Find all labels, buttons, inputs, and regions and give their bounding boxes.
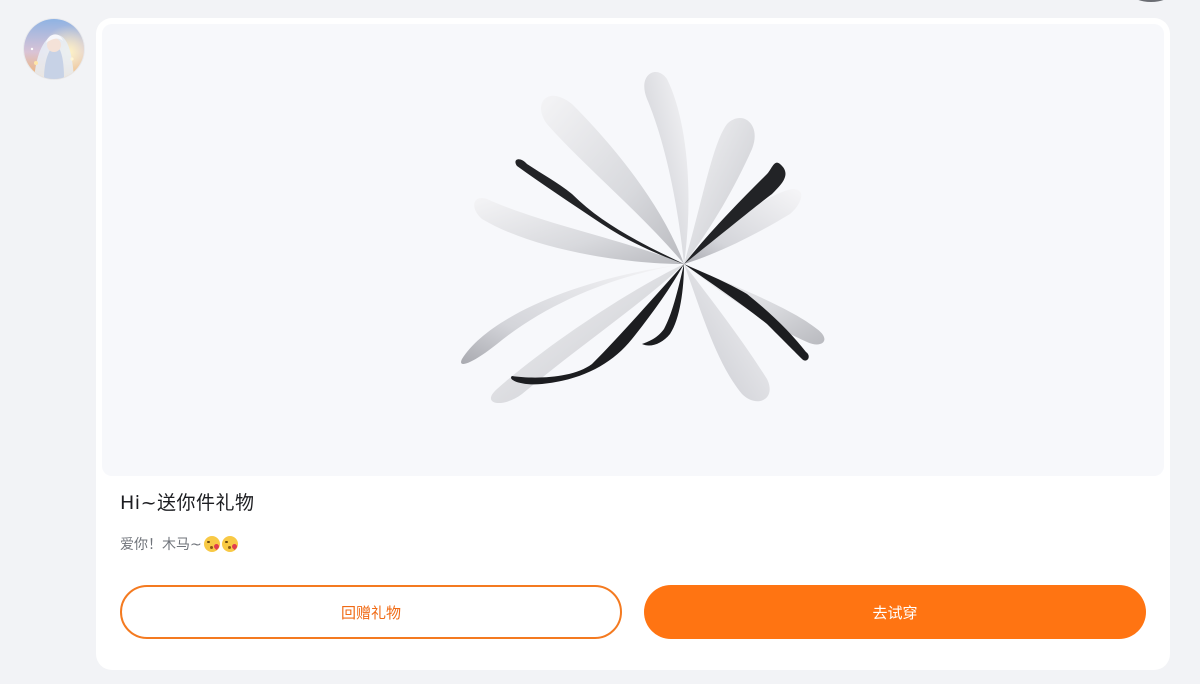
gift-message-text: 爱你！木马~	[120, 537, 202, 553]
spider-lily-icon	[461, 71, 825, 404]
top-toolbar-edge	[920, 0, 1180, 2]
kissing-heart-emoji-icon	[203, 536, 220, 552]
gift-message: 爱你！木马~	[120, 534, 238, 554]
avatar-image	[24, 19, 84, 79]
gift-card: Hi~送你件礼物 爱你！木马~ 回赠礼物 去试穿	[96, 18, 1170, 670]
try-on-button[interactable]: 去试穿	[644, 585, 1146, 639]
return-gift-button[interactable]: 回赠礼物	[120, 585, 622, 639]
profile-icon[interactable]	[1132, 0, 1170, 2]
kissing-heart-emoji-icon	[221, 536, 238, 552]
sender-avatar[interactable]	[24, 19, 84, 79]
gift-message-page: Hi~送你件礼物 爱你！木马~ 回赠礼物 去试穿	[0, 0, 1200, 684]
gift-image	[102, 24, 1164, 476]
gift-title: Hi~送你件礼物	[120, 492, 255, 514]
